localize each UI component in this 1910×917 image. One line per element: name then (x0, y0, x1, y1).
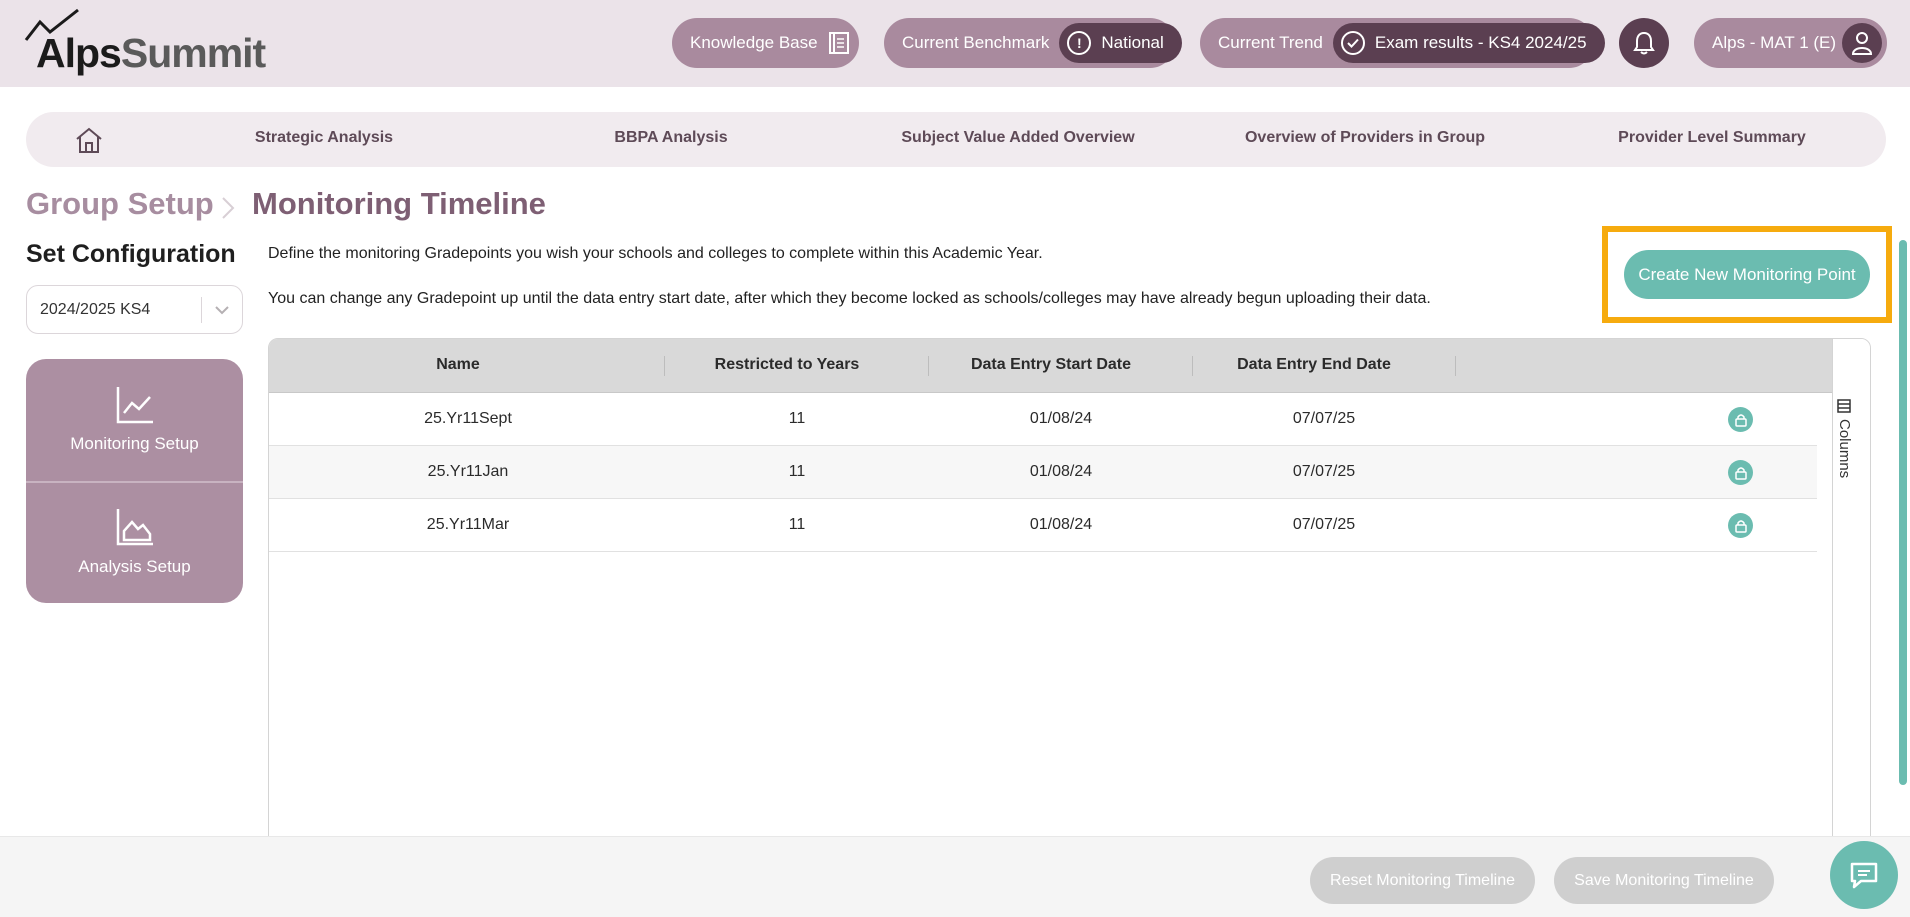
cell-end-date: 07/07/25 (1292, 463, 1356, 480)
nav-strategic-analysis[interactable]: Strategic Analysis (255, 129, 393, 147)
setup-menu: Monitoring Setup Analysis Setup (26, 359, 243, 603)
chat-icon[interactable] (1830, 841, 1898, 909)
nav-subject-value-added-overview[interactable]: Subject Value Added Overview (901, 129, 1134, 147)
cell-start-date: 01/08/24 (1029, 516, 1093, 533)
table-row[interactable]: 25.Yr11Jan 11 01/08/24 07/07/25 (269, 446, 1817, 499)
cell-years: 11 (788, 410, 806, 427)
alps-summit-logo[interactable]: AlpsSummit (24, 8, 266, 76)
benchmark-selector[interactable]: Current Benchmark ! National (884, 18, 1182, 68)
nav-bbpa-analysis[interactable]: BBPA Analysis (614, 129, 727, 147)
footer-bar: Reset Monitoring Timeline Save Monitorin… (0, 836, 1910, 917)
analysis-setup-button[interactable]: Analysis Setup (26, 483, 243, 603)
notifications-button[interactable] (1619, 18, 1669, 68)
description-line-2: You can change any Gradepoint up until t… (268, 290, 1431, 307)
cell-start-date: 01/08/24 (1029, 410, 1093, 427)
cell-years: 11 (788, 516, 806, 533)
area-chart-icon (116, 509, 153, 546)
user-icon (1842, 23, 1882, 63)
table-row[interactable]: 25.Yr11Sept 11 01/08/24 07/07/25 (269, 393, 1817, 446)
logo-text: AlpsSummit (36, 30, 266, 77)
lock-icon[interactable] (1728, 460, 1753, 485)
user-menu[interactable]: Alps - MAT 1 (E) (1694, 18, 1887, 68)
cell-name: 25.Yr11Sept (424, 410, 512, 427)
description-line-1: Define the monitoring Gradepoints you wi… (268, 245, 1043, 262)
cell-end-date: 07/07/25 (1292, 516, 1356, 533)
columns-toggle[interactable]: Columns (1836, 399, 1853, 478)
column-header-end-date[interactable]: Data Entry End Date (1237, 356, 1391, 374)
reset-monitoring-timeline-button[interactable]: Reset Monitoring Timeline (1310, 857, 1535, 904)
trend-value: Exam results - KS4 2024/25 (1374, 33, 1587, 52)
save-monitoring-timeline-button[interactable]: Save Monitoring Timeline (1554, 857, 1774, 904)
cell-end-date: 07/07/25 (1292, 410, 1356, 427)
home-icon[interactable] (74, 126, 104, 154)
cell-start-date: 01/08/24 (1029, 463, 1093, 480)
alert-circle-icon: ! (1067, 31, 1092, 55)
benchmark-value-chip[interactable]: ! National (1059, 23, 1182, 63)
lock-icon[interactable] (1728, 513, 1753, 538)
top-header: AlpsSummit Knowledge Base Current Benchm… (0, 0, 1910, 87)
bell-icon (1633, 31, 1655, 55)
configuration-select-value: 2024/2025 KS4 (40, 300, 151, 318)
create-monitoring-point-button[interactable]: Create New Monitoring Point (1624, 250, 1870, 299)
monitoring-timeline-table: Name Restricted to Years Data Entry Star… (268, 338, 1871, 838)
columns-label: Columns (1836, 419, 1853, 479)
trend-label: Current Trend (1218, 33, 1323, 52)
breadcrumb-group-setup[interactable]: Group Setup (26, 186, 214, 222)
check-circle-icon (1340, 31, 1365, 55)
set-configuration-title: Set Configuration (26, 240, 236, 268)
column-header-start-date[interactable]: Data Entry Start Date (971, 356, 1131, 374)
line-chart-icon (116, 387, 153, 424)
table-row[interactable]: 25.Yr11Mar 11 01/08/24 07/07/25 (269, 499, 1817, 552)
columns-icon (1837, 399, 1852, 413)
cell-name: 25.Yr11Jan (427, 463, 509, 480)
logo-summit: Summit (120, 30, 266, 76)
benchmark-value: National (1101, 33, 1164, 52)
table-header: Name Restricted to Years Data Entry Star… (269, 339, 1832, 393)
page-title: Monitoring Timeline (252, 186, 546, 221)
column-separator[interactable] (1192, 356, 1193, 376)
book-icon (828, 32, 849, 54)
analysis-setup-label: Analysis Setup (78, 557, 191, 576)
configuration-select[interactable]: 2024/2025 KS4 (26, 285, 243, 334)
column-separator[interactable] (1455, 356, 1456, 376)
knowledge-base-label: Knowledge Base (690, 33, 818, 52)
benchmark-label: Current Benchmark (902, 33, 1050, 52)
column-header-name[interactable]: Name (436, 356, 480, 374)
column-header-restricted-years[interactable]: Restricted to Years (715, 356, 860, 374)
monitoring-setup-button[interactable]: Monitoring Setup (26, 359, 243, 481)
knowledge-base-button[interactable]: Knowledge Base (672, 18, 859, 68)
user-name: Alps - MAT 1 (E) (1712, 33, 1837, 52)
columns-side-panel[interactable]: Columns (1832, 339, 1870, 837)
trend-value-chip[interactable]: Exam results - KS4 2024/25 (1332, 23, 1605, 63)
cell-years: 11 (788, 463, 806, 480)
trend-selector[interactable]: Current Trend Exam results - KS4 2024/25 (1200, 18, 1605, 68)
column-separator[interactable] (928, 356, 929, 376)
page-scrollbar[interactable] (1899, 240, 1907, 785)
nav-overview-of-providers[interactable]: Overview of Providers in Group (1245, 129, 1485, 147)
cell-name: 25.Yr11Mar (426, 516, 510, 533)
nav-provider-level-summary[interactable]: Provider Level Summary (1618, 129, 1806, 147)
logo-alps: Alps (36, 30, 122, 76)
main-nav: Strategic Analysis BBPA Analysis Subject… (26, 112, 1886, 167)
chevron-down-icon[interactable] (202, 305, 242, 315)
monitoring-setup-label: Monitoring Setup (70, 434, 199, 453)
chevron-right-icon (222, 197, 235, 219)
column-separator[interactable] (664, 356, 665, 376)
lock-icon[interactable] (1728, 407, 1753, 432)
